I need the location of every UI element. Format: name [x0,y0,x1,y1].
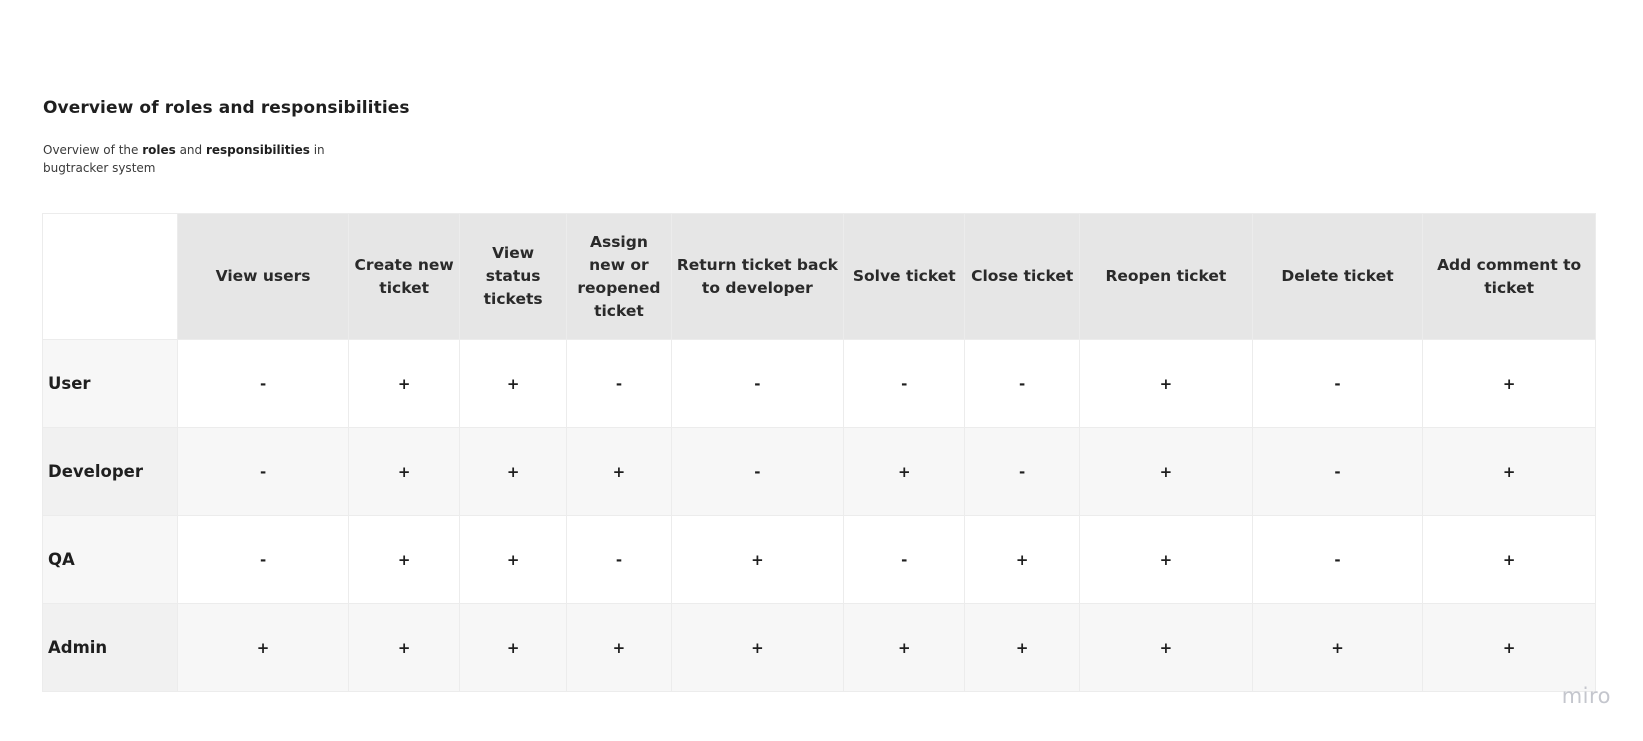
permission-cell: + [566,427,672,516]
role-label: QA [42,515,178,604]
page-title: Overview of roles and responsibilities [43,98,410,118]
column-header: Solve ticket [843,213,966,340]
table-row: User - + + - - - - + - + [42,339,1596,428]
permission-cell: - [670,339,845,428]
table-corner-cell [42,213,178,340]
column-header: Reopen ticket [1079,213,1253,340]
column-header: Close ticket [964,213,1081,340]
permission-cell: - [843,515,966,604]
table-row: QA - + + - + - + + - + [42,515,1596,604]
role-label: Admin [42,603,178,692]
roles-responsibilities-table[interactable]: View users Create new ticket View status… [42,213,1596,692]
table-row: Developer - + + + - + - + - + [42,427,1596,516]
role-label: User [42,339,178,428]
permission-cell: + [348,603,460,692]
column-header: View status tickets [458,213,568,340]
permission-cell: + [176,603,350,692]
column-header: Return ticket back to developer [670,213,845,340]
permission-cell: - [964,427,1081,516]
permission-cell: - [566,515,672,604]
column-header: Create new ticket [348,213,460,340]
permission-cell: - [670,427,845,516]
permission-cell: + [1251,603,1424,692]
permission-cell: + [348,427,460,516]
permission-cell: - [176,339,350,428]
permission-cell: + [670,603,845,692]
permission-cell: + [843,427,966,516]
permission-cell: - [843,339,966,428]
whiteboard-canvas[interactable]: Overview of roles and responsibilities O… [0,0,1643,741]
permission-cell: + [1422,427,1596,516]
description-bold-responsibilities: responsibilities [205,143,310,157]
permission-cell: + [458,515,568,604]
table-header-row: View users Create new ticket View status… [42,213,1596,340]
column-header: Delete ticket [1251,213,1424,340]
description-prefix: Overview of the [43,143,143,157]
permission-cell: - [176,427,350,516]
permission-cell: + [964,515,1081,604]
permission-cell: + [1079,339,1253,428]
permission-cell: + [1422,339,1596,428]
permission-cell: + [1422,603,1596,692]
miro-watermark-logo: miro [1561,684,1611,708]
permission-cell: + [1079,603,1253,692]
permission-cell: + [964,603,1081,692]
page-description: Overview of the roles and responsibiliti… [43,141,343,177]
role-label: Developer [42,427,178,516]
permission-cell: - [566,339,672,428]
permission-cell: + [1079,515,1253,604]
permission-cell: - [1251,339,1424,428]
column-header: View users [176,213,350,340]
description-bold-roles: roles [142,143,176,157]
permission-cell: + [670,515,845,604]
permission-cell: + [458,603,568,692]
permission-cell: + [566,603,672,692]
permission-cell: - [176,515,350,604]
permission-cell: - [1251,427,1424,516]
permission-cell: + [843,603,966,692]
table-row: Admin + + + + + + + + + + [42,603,1596,692]
description-middle: and [175,143,206,157]
permission-cell: + [458,339,568,428]
permission-cell: - [1251,515,1424,604]
permission-cell: - [964,339,1081,428]
column-header: Add comment to ticket [1422,213,1596,340]
column-header: Assign new or reopened ticket [566,213,672,340]
permission-cell: + [1422,515,1596,604]
permission-cell: + [348,515,460,604]
permission-cell: + [1079,427,1253,516]
permission-cell: + [348,339,460,428]
permission-cell: + [458,427,568,516]
